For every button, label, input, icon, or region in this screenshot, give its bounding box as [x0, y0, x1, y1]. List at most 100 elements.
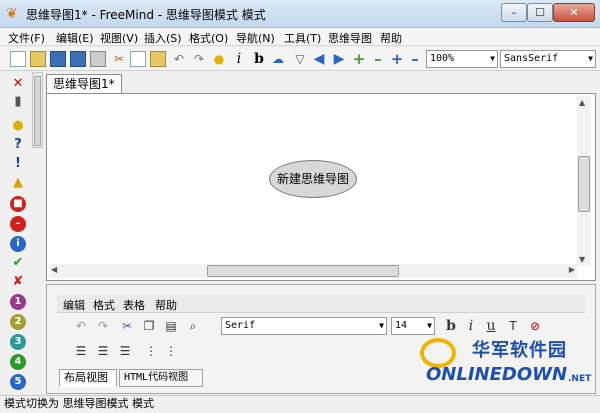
new-icon[interactable] — [10, 51, 26, 67]
priority-3-icon[interactable]: 3 — [10, 334, 26, 350]
italic-icon[interactable]: i — [463, 318, 479, 334]
maximize-button[interactable]: ☐ — [527, 3, 553, 22]
zoom-select[interactable]: 100% ▼ — [426, 50, 498, 68]
save-as-icon[interactable] — [70, 51, 86, 67]
editor-size-select[interactable]: 14 ▼ — [391, 317, 435, 335]
tab-html-view[interactable]: HTML代码视图 — [119, 369, 203, 387]
print-icon[interactable] — [90, 51, 106, 67]
find-icon[interactable]: ⌕ — [185, 318, 201, 334]
close-button[interactable]: ✕ — [553, 3, 595, 22]
remove-all-icon[interactable]: ▮ — [10, 94, 26, 110]
menu-insert[interactable]: 插入(S) — [144, 30, 182, 46]
editor-font-select[interactable]: Serif ▼ — [221, 317, 387, 335]
zoom-out-icon[interactable]: – — [407, 51, 423, 67]
forward-icon[interactable]: ▶ — [331, 51, 347, 67]
menu-mindmap[interactable]: 思维导图 — [328, 30, 372, 46]
important-icon[interactable]: ! — [10, 156, 26, 172]
undo-icon[interactable]: ↶ — [171, 51, 187, 67]
unfold-icon[interactable]: – — [370, 51, 386, 67]
menu-edit[interactable]: 编辑(E) — [56, 30, 94, 46]
palette-scroll-thumb[interactable] — [34, 76, 41, 146]
align-left-icon[interactable]: ☰ — [73, 343, 89, 359]
info-icon[interactable]: i — [10, 236, 26, 252]
watermark-suffix: .NET — [568, 374, 592, 384]
menu-tools[interactable]: 工具(T) — [284, 30, 321, 46]
map-hscroll-thumb[interactable] — [207, 265, 399, 277]
open-icon[interactable] — [30, 51, 46, 67]
mindmap-canvas[interactable]: 新建思维导图 ▲ ▼ ◀ ▶ — [46, 93, 596, 281]
cut-icon[interactable]: ✂ — [111, 51, 127, 67]
tab-mindmap-1[interactable]: 思维导图1* — [46, 74, 122, 94]
menu-view[interactable]: 视图(V) — [100, 30, 138, 46]
minimize-button[interactable]: – — [501, 3, 527, 22]
priority-2-icon[interactable]: 2 — [10, 314, 26, 330]
align-right-icon[interactable]: ☰ — [117, 343, 133, 359]
underline-icon[interactable]: u — [483, 318, 499, 334]
zoom-in-icon[interactable]: + — [389, 51, 405, 67]
priority-4-icon[interactable]: 4 — [10, 354, 26, 370]
filter-icon[interactable]: ▽ — [292, 51, 308, 67]
paste-icon[interactable] — [150, 51, 166, 67]
paste-icon[interactable]: ▤ — [163, 318, 179, 334]
editor-menu-help[interactable]: 帮助 — [155, 297, 177, 313]
redo-icon[interactable]: ↷ — [191, 51, 207, 67]
undo-icon[interactable]: ↶ — [73, 318, 89, 334]
tab-layout-view[interactable]: 布局视图 — [59, 369, 117, 387]
menu-help[interactable]: 帮助 — [380, 30, 402, 46]
map-vertical-scrollbar[interactable]: ▲ ▼ — [577, 96, 591, 266]
menu-navigate[interactable]: 导航(N) — [236, 30, 275, 46]
cloud-icon[interactable]: ☁ — [270, 51, 286, 67]
idea-icon[interactable]: ● — [10, 118, 26, 134]
question-icon[interactable]: ? — [10, 137, 26, 153]
bulb-icon[interactable]: ● — [211, 51, 227, 67]
scroll-left-icon[interactable]: ◀ — [51, 265, 57, 274]
copy-icon[interactable] — [130, 51, 146, 67]
italic-icon[interactable]: i — [231, 51, 247, 67]
freemind-app-icon: ❦ — [6, 6, 18, 22]
palette-scrollbar[interactable] — [32, 72, 43, 148]
font-value: SansSerif — [504, 53, 559, 64]
main-toolbar: ✂ ↶ ↷ ● i b ☁ ▽ ◀ ▶ + – + – 100% ▼ SansS… — [0, 47, 600, 71]
clear-format-icon[interactable]: ⊘ — [527, 318, 543, 334]
root-node[interactable]: 新建思维导图 — [269, 160, 357, 198]
not-ok-icon[interactable]: ✘ — [10, 274, 26, 290]
editor-size-value: 14 — [395, 320, 408, 331]
bold-icon[interactable]: b — [443, 318, 459, 334]
stop-icon[interactable]: ■ — [10, 196, 26, 212]
menu-file[interactable]: 文件(F) — [8, 30, 45, 46]
menu-format[interactable]: 格式(O) — [189, 30, 228, 46]
fold-icon[interactable]: + — [351, 51, 367, 67]
watermark-zh: 华军软件园 — [472, 340, 567, 361]
watermark-logo: 华军软件园 ONLINEDOWN .NET — [418, 334, 598, 396]
priority-1-icon[interactable]: 1 — [10, 294, 26, 310]
align-center-icon[interactable]: ☰ — [95, 343, 111, 359]
editor-menu-edit[interactable]: 编辑 — [63, 297, 85, 313]
back-icon[interactable]: ◀ — [311, 51, 327, 67]
bold-icon[interactable]: b — [251, 51, 267, 67]
text-color-icon[interactable]: T — [505, 318, 521, 334]
save-icon[interactable] — [50, 51, 66, 67]
scroll-up-icon[interactable]: ▲ — [579, 98, 585, 107]
scroll-down-icon[interactable]: ▼ — [579, 255, 585, 264]
redo-icon[interactable]: ↷ — [95, 318, 111, 334]
title-bar: ❦ 思维导图1* - FreeMind - 思维导图模式 模式 – ☐ ✕ — [0, 0, 600, 28]
editor-font-value: Serif — [225, 320, 256, 331]
bullet-list-icon[interactable]: ⋮ — [143, 343, 159, 359]
ok-icon[interactable]: ✔ — [10, 255, 26, 271]
chevron-down-icon: ▼ — [588, 54, 593, 63]
editor-menu-table[interactable]: 表格 — [123, 297, 145, 313]
editor-menu-format[interactable]: 格式 — [93, 297, 115, 313]
scroll-right-icon[interactable]: ▶ — [569, 265, 575, 274]
remove-last-icon[interactable]: ✕ — [10, 76, 26, 92]
warning-icon[interactable]: ▲ — [10, 175, 26, 191]
font-select[interactable]: SansSerif ▼ — [500, 50, 596, 68]
zoom-value: 100% — [430, 53, 455, 64]
window-title: 思维导图1* - FreeMind - 思维导图模式 模式 — [26, 8, 266, 22]
cut-icon[interactable]: ✂ — [119, 318, 135, 334]
map-vscroll-thumb[interactable] — [578, 156, 590, 212]
no-entry-icon[interactable]: – — [10, 216, 26, 232]
map-horizontal-scrollbar[interactable]: ◀ ▶ — [49, 264, 577, 278]
copy-icon[interactable]: ❐ — [141, 318, 157, 334]
priority-5-icon[interactable]: 5 — [10, 374, 26, 390]
numbered-list-icon[interactable]: ⋮ — [163, 343, 179, 359]
